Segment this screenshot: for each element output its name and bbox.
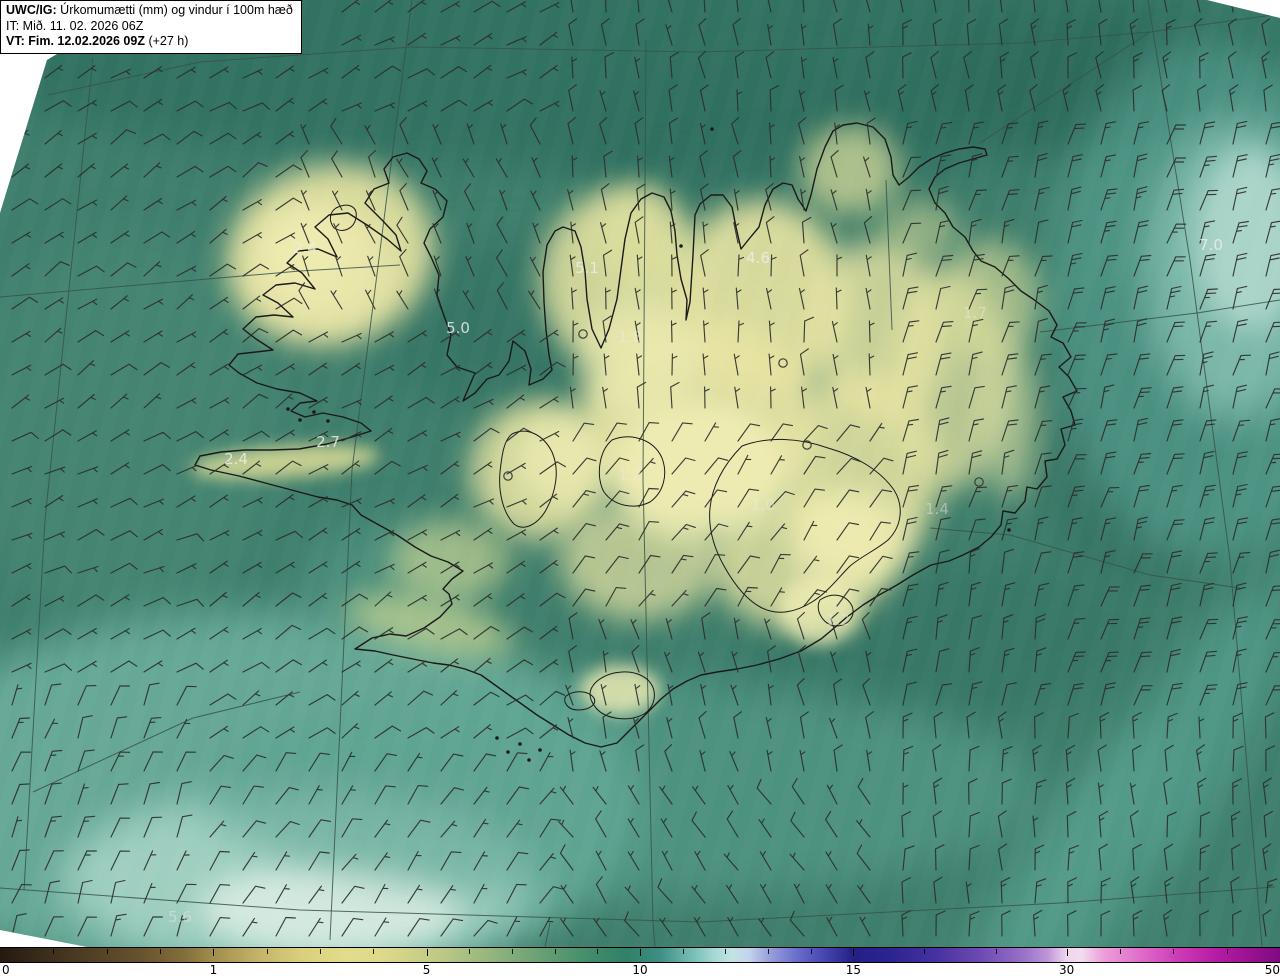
colorbar-minor-tick bbox=[320, 949, 321, 954]
lead-time: (+27 h) bbox=[144, 34, 189, 48]
small-island bbox=[1007, 528, 1011, 532]
colorbar-label: 15 bbox=[845, 963, 862, 977]
map-canvas: 2.4 5.1 4.6 5.0 1.8 1.7 7.0 2.4 2.7 1.2 1.0 1.4 1.2 5… bbox=[0, 0, 1280, 978]
colorbar-minor-tick bbox=[597, 949, 599, 954]
small-island bbox=[527, 758, 531, 762]
colorbar-minor-tick bbox=[106, 949, 108, 954]
precip-value-label: 2.4 bbox=[293, 239, 317, 257]
colorbar-minor-tick bbox=[266, 949, 268, 954]
colorbar-minor-tick bbox=[512, 949, 513, 954]
small-island bbox=[506, 750, 510, 754]
precip-value-label: 5.1 bbox=[575, 259, 599, 277]
colorbar-major-tick bbox=[426, 949, 428, 956]
precip-value-label: 1.2 bbox=[826, 611, 850, 629]
precip-value-label: 5.0 bbox=[446, 319, 470, 337]
colorbar-minor-tick bbox=[682, 949, 684, 954]
colorbar-minor-tick bbox=[1173, 949, 1175, 954]
precip-value-label: 1.8 bbox=[618, 328, 642, 346]
colorbar-minor-tick bbox=[768, 949, 769, 954]
colorbar-label: 1 bbox=[209, 963, 218, 977]
colorbar-label: 0 bbox=[2, 963, 10, 977]
valid-time-line: VT: Fim. 12.02.2026 09Z (+27 h) bbox=[6, 34, 293, 50]
small-island bbox=[710, 127, 714, 131]
small-island bbox=[326, 419, 330, 423]
precip-colorbar: 0 1 5 10 15 30 50 bbox=[0, 947, 1280, 978]
precip-value-label: 1.0 bbox=[751, 496, 775, 514]
title-box: UWC/IG: Úrkomumætti (mm) og vindur í 100… bbox=[0, 0, 302, 54]
colorbar-major-tick bbox=[213, 949, 215, 956]
colorbar-minor-tick bbox=[373, 949, 375, 954]
colorbar-label: 10 bbox=[632, 963, 648, 977]
init-time-line: IT: Mið. 11. 02. 2026 06Z bbox=[6, 18, 144, 33]
small-island bbox=[538, 748, 542, 752]
small-island bbox=[518, 742, 522, 746]
colorbar-major-tick bbox=[1066, 949, 1068, 956]
small-island bbox=[298, 418, 302, 422]
colorbar-major-tick bbox=[640, 949, 641, 956]
colorbar-minor-tick bbox=[810, 949, 812, 954]
title-line-model: UWC/IG: Úrkomumætti (mm) og vindur í 100… bbox=[6, 3, 293, 19]
precip-value-label: 4.6 bbox=[746, 249, 770, 267]
valid-time: VT: Fim. 12.02.2026 09Z bbox=[6, 34, 145, 48]
colorbar-label: 30 bbox=[1058, 963, 1075, 977]
colorbar-minor-tick bbox=[160, 949, 161, 954]
precip-value-label: 1.4 bbox=[925, 500, 949, 518]
small-island bbox=[495, 736, 499, 740]
colorbar-minor-tick bbox=[53, 949, 55, 954]
parameter-description: Úrkomumætti (mm) og vindur í 100m hæð bbox=[56, 3, 293, 17]
colorbar-minor-tick bbox=[1120, 949, 1121, 954]
colorbar-label: 5 bbox=[422, 963, 431, 977]
small-island bbox=[286, 407, 290, 411]
precip-value-label: 2.4 bbox=[224, 450, 248, 468]
precip-value-label: 2.7 bbox=[316, 433, 340, 451]
colorbar-minor-tick bbox=[554, 949, 556, 954]
small-island bbox=[679, 244, 683, 248]
colorbar-minor-tick bbox=[995, 949, 997, 954]
small-island bbox=[312, 410, 316, 414]
precip-value-label: 1.7 bbox=[963, 304, 987, 322]
colorbar-major-tick bbox=[853, 949, 855, 956]
colorbar-minor-tick bbox=[924, 949, 926, 954]
colorbar-gradient bbox=[0, 947, 1280, 963]
precip-value-label: 5.6 bbox=[168, 908, 192, 926]
precip-value-label: 1.2 bbox=[618, 466, 642, 484]
precip-value-label: 7.0 bbox=[1199, 236, 1223, 254]
colorbar-minor-tick bbox=[725, 949, 727, 954]
colorbar-tick-labels: 0 1 5 10 15 30 50 bbox=[0, 963, 1280, 978]
precip-field bbox=[0, 0, 1280, 978]
colorbar-minor-tick bbox=[1226, 949, 1228, 954]
model-name: UWC/IG: bbox=[6, 3, 57, 17]
colorbar-minor-tick bbox=[469, 949, 471, 954]
weather-map-screenshot: 2.4 5.1 4.6 5.0 1.8 1.7 7.0 2.4 2.7 1.2 1.0 1.4 1.2 5… bbox=[0, 0, 1280, 978]
colorbar-label: 50 bbox=[1264, 963, 1280, 977]
